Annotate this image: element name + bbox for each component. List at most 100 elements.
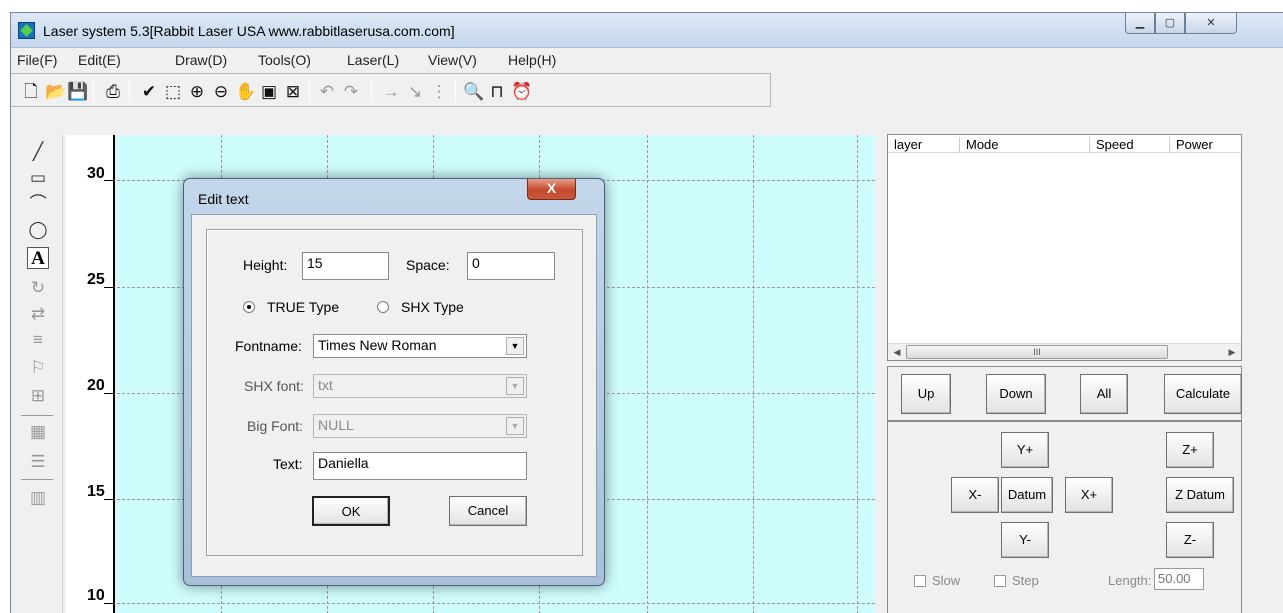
fontname-label: Fontname: (235, 338, 302, 354)
z-minus-button[interactable]: Z- (1166, 522, 1214, 558)
bitmap-icon[interactable]: ▥ (27, 487, 49, 509)
menu-edit[interactable]: Edit(E) (78, 52, 121, 68)
big-font-select[interactable]: NULL ▼ (313, 414, 527, 438)
chevron-down-icon[interactable]: ▼ (506, 377, 524, 395)
layer-table[interactable]: layer Mode Speed Power ◀ III ▶ (887, 134, 1242, 361)
height-input[interactable]: 15 (302, 252, 389, 280)
shx-font-select[interactable]: txt ▼ (313, 374, 527, 398)
align-icon[interactable]: ≡ (27, 329, 49, 351)
all-button[interactable]: All (1080, 374, 1128, 414)
space-label: Space: (406, 257, 450, 273)
ellipse-icon[interactable]: ◯ (27, 219, 49, 241)
cancel-button[interactable]: Cancel (449, 496, 527, 526)
dialog-body: Height: 15 Space: 0 TRUE Type SHX Type F… (191, 214, 597, 577)
import-icon[interactable]: ⎙ (103, 82, 123, 102)
node-edit-icon[interactable]: ⬚ (163, 82, 183, 102)
layer-table-hscrollbar[interactable]: ◀ III ▶ (888, 343, 1241, 360)
maximize-button[interactable]: ▢ (1155, 13, 1185, 34)
slow-label: Slow (932, 573, 961, 588)
chevron-down-icon[interactable]: ▼ (506, 337, 524, 355)
rectangle-icon[interactable]: ▭ (27, 167, 49, 189)
space-input[interactable]: 0 (467, 252, 555, 280)
polyline-icon[interactable]: ⌒ (27, 193, 49, 215)
ruler-label-30: 30 (87, 165, 105, 182)
x-minus-button[interactable]: X- (951, 477, 999, 513)
ruler-label-15: 15 (87, 483, 105, 500)
zoom-page-icon[interactable]: ▣ (259, 82, 279, 102)
length-input[interactable]: 50.00 (1154, 568, 1204, 590)
zoom-fit-icon[interactable]: ⊠ (283, 82, 303, 102)
rotate-icon[interactable]: ↻ (27, 277, 49, 299)
text-icon[interactable]: A (27, 247, 49, 269)
scroll-right-icon[interactable]: ▶ (1225, 345, 1239, 359)
ruler-label-20: 20 (87, 377, 105, 394)
chevron-down-icon[interactable]: ▼ (506, 417, 524, 435)
pan-hand-icon[interactable]: ✋ (235, 82, 256, 102)
cut-order-icon[interactable]: ↘ (405, 82, 425, 102)
menu-tools[interactable]: Tools(O) (258, 52, 311, 68)
redo-icon[interactable]: ↷ (341, 82, 361, 102)
text-input[interactable]: Daniella (313, 452, 527, 480)
shx-type-label: SHX Type (401, 299, 464, 315)
dialog-close-button[interactable]: X (527, 179, 576, 200)
true-type-radio[interactable] (243, 301, 255, 313)
down-button[interactable]: Down (986, 374, 1046, 414)
fontname-select[interactable]: Times New Roman ▼ (313, 334, 527, 358)
ruler-label-25: 25 (87, 271, 105, 288)
y-minus-button[interactable]: Y- (1001, 522, 1049, 558)
menu-help[interactable]: Help(H) (508, 52, 556, 68)
length-label: Length: (1108, 573, 1152, 588)
machine-settings-icon[interactable]: ⊓ (487, 82, 507, 102)
fontname-value: Times New Roman (318, 337, 437, 353)
layer-table-header: layer Mode Speed Power (888, 135, 1241, 153)
zoom-in-icon[interactable]: ⊕ (187, 82, 207, 102)
col-layer[interactable]: layer (888, 137, 960, 153)
text-settings-group: Height: 15 Space: 0 TRUE Type SHX Type F… (206, 229, 583, 556)
node-icon[interactable]: ⚐ (27, 357, 49, 379)
up-button[interactable]: Up (901, 374, 951, 414)
slow-checkbox[interactable] (914, 575, 926, 587)
zoom-out-icon[interactable]: ⊖ (211, 82, 231, 102)
title-bar[interactable]: Laser system 5.3[Rabbit Laser USA www.ra… (11, 13, 1283, 48)
z-plus-button[interactable]: Z+ (1166, 432, 1214, 468)
group-icon[interactable]: ⊞ (27, 385, 49, 407)
y-plus-button[interactable]: Y+ (1001, 432, 1049, 468)
ok-button[interactable]: OK (312, 496, 390, 526)
ruler-label-10: 10 (87, 587, 105, 604)
array-icon[interactable]: ⋮ (429, 82, 449, 102)
z-datum-button[interactable]: Z Datum (1166, 477, 1234, 513)
datum-button[interactable]: Datum (1001, 477, 1053, 513)
shx-font-value: txt (318, 377, 333, 393)
minimize-button[interactable]: ▁ (1125, 13, 1155, 34)
col-mode[interactable]: Mode (960, 137, 1090, 153)
menu-draw[interactable]: Draw(D) (175, 52, 227, 68)
menu-file[interactable]: File(F) (17, 52, 57, 68)
col-speed[interactable]: Speed (1090, 137, 1170, 153)
window-title: Laser system 5.3[Rabbit Laser USA www.ra… (43, 23, 455, 39)
undo-icon[interactable]: ↶ (317, 82, 337, 102)
col-power[interactable]: Power (1170, 137, 1243, 153)
menu-view[interactable]: View(V) (428, 52, 477, 68)
mirror-icon[interactable]: ⇄ (27, 303, 49, 325)
preview-icon[interactable]: 🔍 (463, 82, 484, 102)
true-type-label: TRUE Type (267, 299, 340, 315)
x-plus-button[interactable]: X+ (1065, 477, 1113, 513)
shx-type-radio[interactable] (377, 301, 389, 313)
layer-order-icon[interactable]: ☰ (27, 451, 49, 473)
scroll-left-icon[interactable]: ◀ (890, 345, 904, 359)
select-icon[interactable]: ✔ (139, 82, 159, 102)
new-file-icon[interactable]: 🗋 (21, 82, 41, 102)
line-icon[interactable]: ╱ (27, 141, 49, 163)
save-icon[interactable]: 💾 (67, 82, 88, 102)
cut-direction-icon[interactable]: → (381, 82, 401, 102)
timer-icon[interactable]: ⏰ (511, 82, 532, 102)
height-label: Height: (243, 257, 288, 273)
open-folder-icon[interactable]: 📂 (45, 82, 66, 102)
menu-laser[interactable]: Laser(L) (347, 52, 399, 68)
calculate-button[interactable]: Calculate (1164, 374, 1242, 414)
scroll-thumb[interactable]: III (906, 345, 1168, 359)
window-close-button[interactable]: ✕ (1185, 13, 1237, 34)
text-label: Text: (273, 456, 303, 472)
step-checkbox[interactable] (994, 575, 1006, 587)
array-tool-icon[interactable]: ▦ (27, 421, 49, 443)
